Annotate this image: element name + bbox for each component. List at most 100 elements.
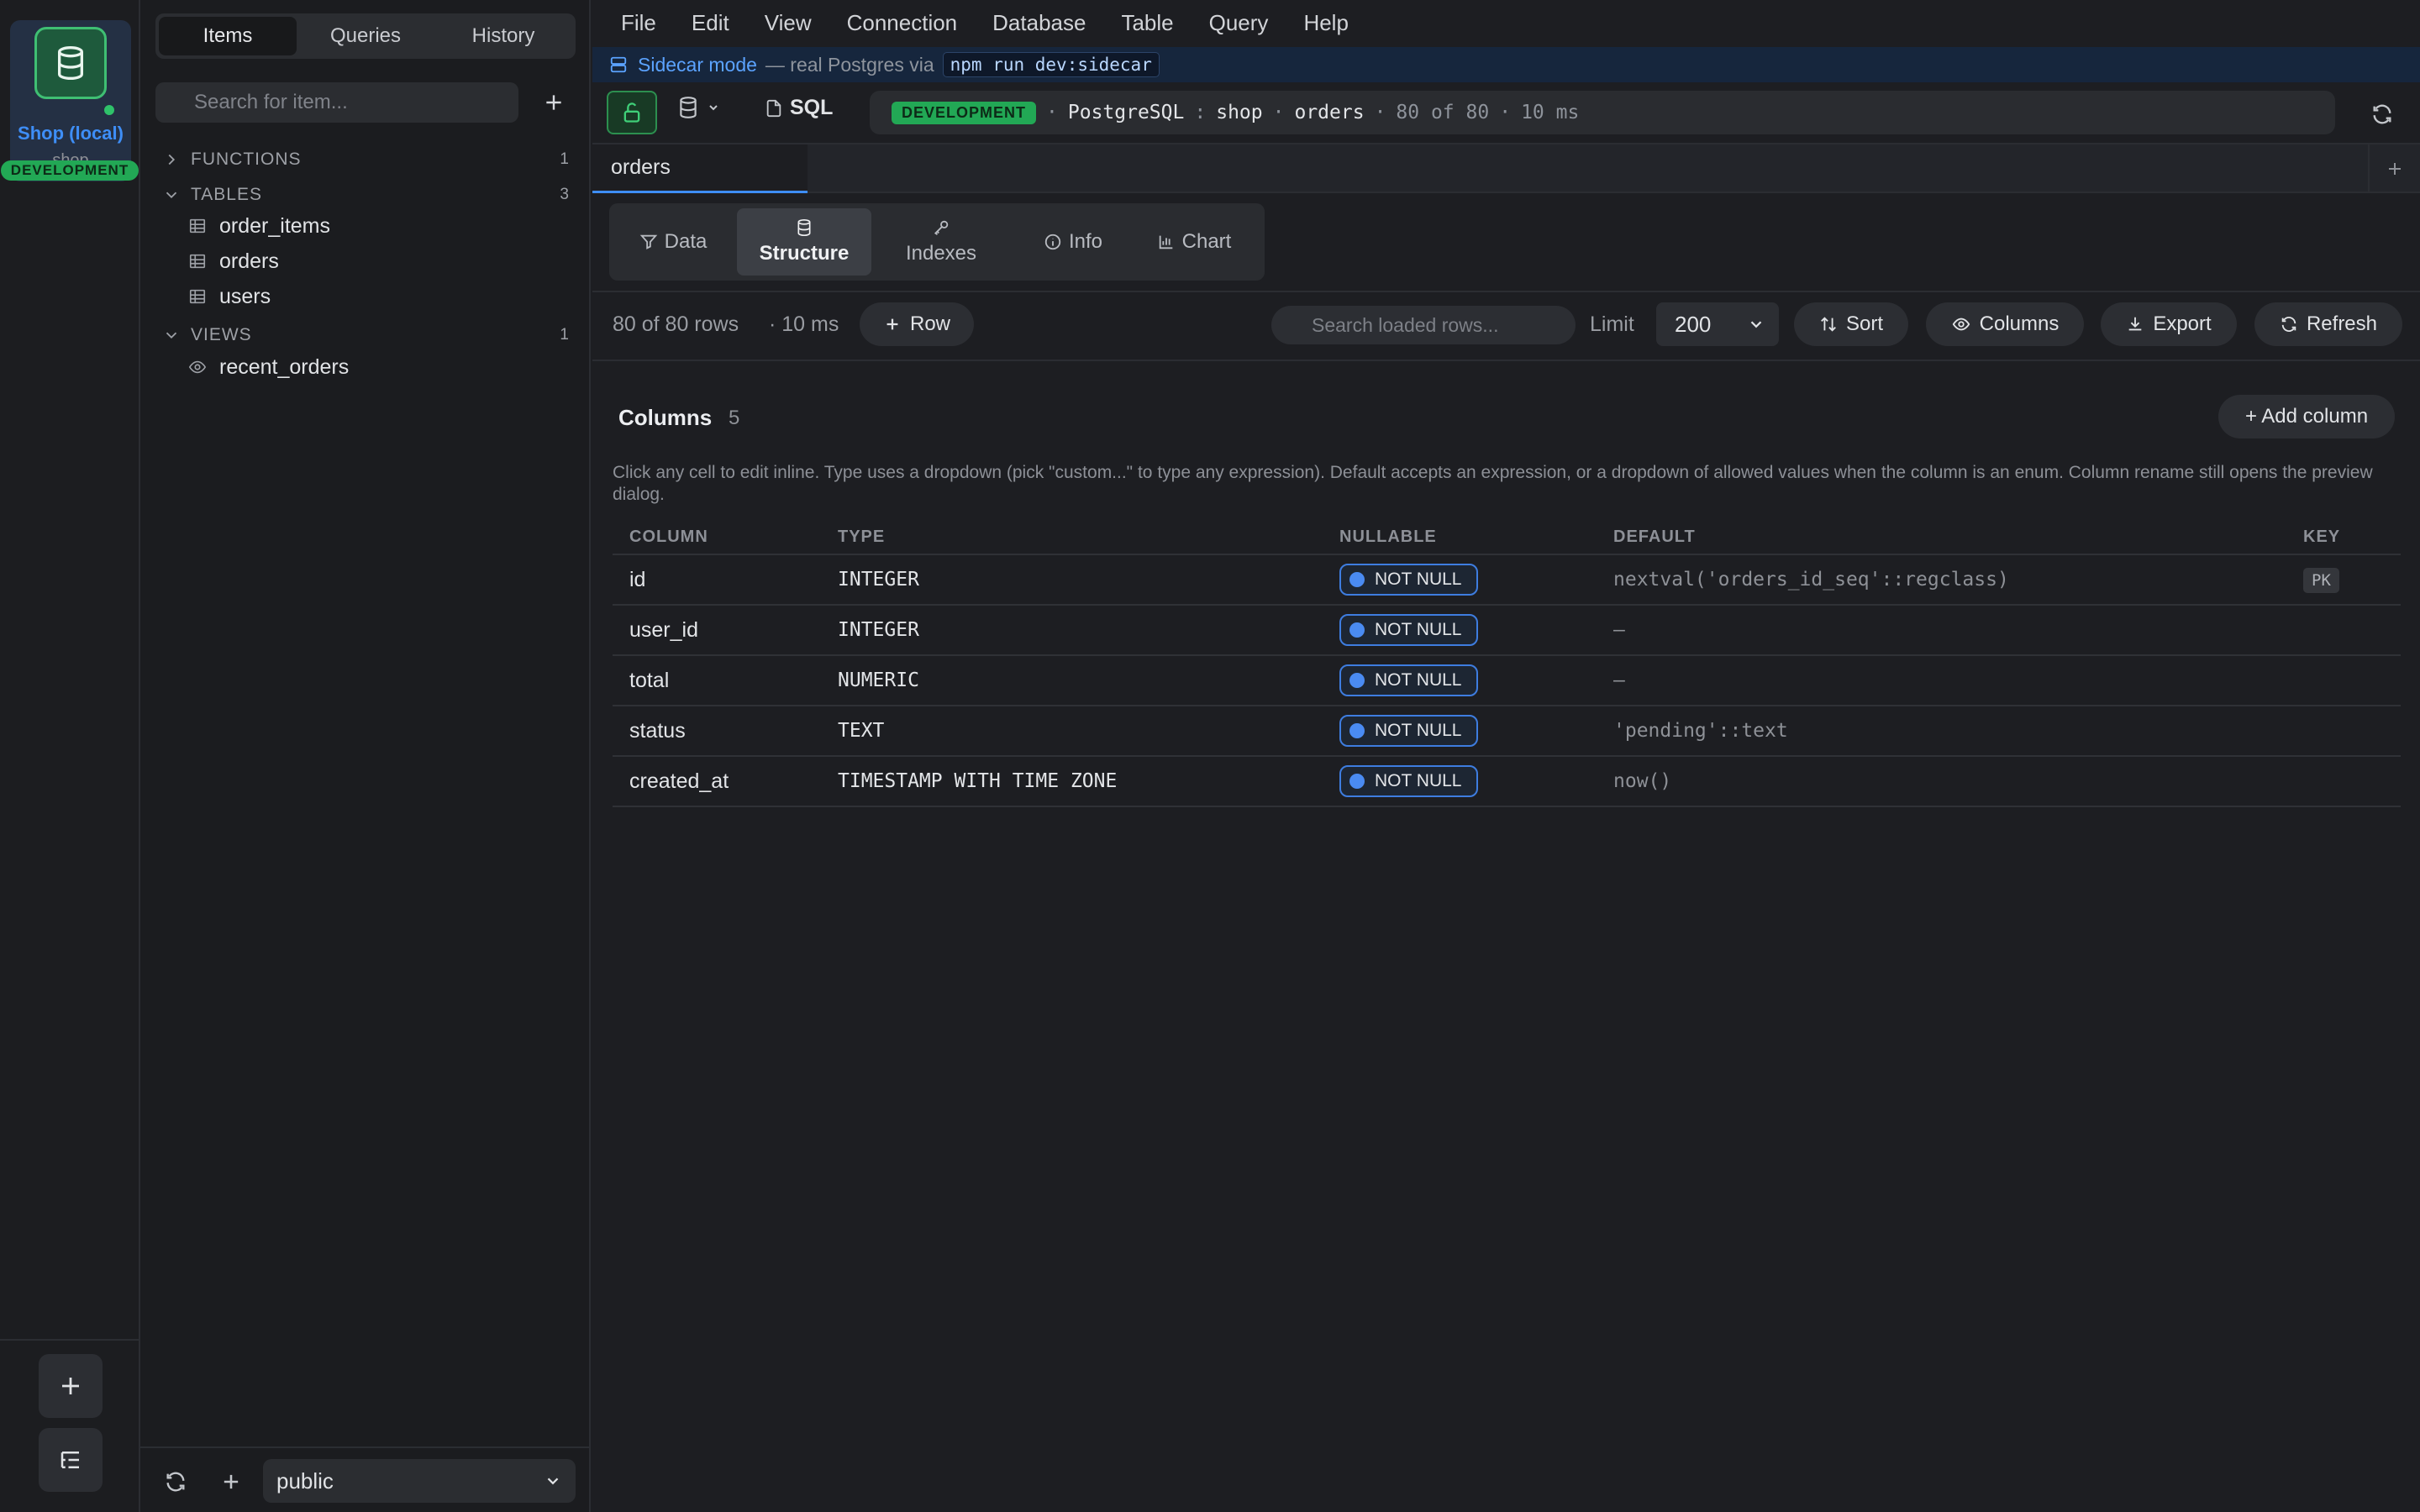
default-cell[interactable]: — [1597,655,2286,706]
database-dropdown[interactable] [676,96,720,119]
nullable-cell[interactable]: NOT NULL [1323,554,1597,606]
add-column-button[interactable]: + Add column [2218,395,2395,438]
refresh-button[interactable]: Refresh [2254,302,2402,346]
schema-select[interactable]: public [263,1459,576,1503]
plus-icon[interactable] [219,1470,243,1494]
default-cell[interactable]: nextval('orders_id_seq'::regclass) [1597,554,2286,606]
safe-mode-toggle[interactable] [607,91,657,134]
eye-icon [1952,318,1970,331]
not-null-badge[interactable]: NOT NULL [1339,715,1479,747]
main-area: File Edit View Connection Database Table… [592,0,2420,1512]
default-cell[interactable]: — [1597,605,2286,656]
nullable-cell[interactable]: NOT NULL [1323,605,1597,656]
refresh-icon[interactable] [164,1470,187,1494]
header-key: KEY [2286,521,2401,555]
columns-button[interactable]: Columns [1926,302,2084,346]
type-cell[interactable]: INTEGER [821,605,1323,656]
section-tables[interactable]: TABLES 3 [162,181,574,209]
type-cell[interactable]: NUMERIC [821,655,1323,706]
menu-help[interactable]: Help [1303,10,1348,36]
sql-button[interactable]: SQL [765,96,833,120]
menu-connection[interactable]: Connection [847,10,958,36]
column-name-cell[interactable]: user_id [613,605,821,656]
download-icon [2128,317,2142,331]
sidebar-item-order-items[interactable]: order_items [187,210,574,242]
sidebar-item-orders[interactable]: orders [187,245,574,277]
new-tab-button[interactable] [2368,144,2420,193]
row-summary: 80 of 80 [1396,102,1490,123]
menu-edit[interactable]: Edit [692,10,729,36]
menu-database[interactable]: Database [992,10,1086,36]
add-row-button[interactable]: Row [860,302,974,346]
reload-button[interactable] [2365,97,2399,131]
list-tree-icon [60,1452,79,1468]
tab-queries[interactable]: Queries [297,17,434,55]
nullable-cell[interactable]: NOT NULL [1323,655,1597,706]
tab-indexes[interactable]: Indexes [878,208,1004,276]
header-column: COLUMN [613,521,821,555]
tab-info[interactable]: Info [1019,208,1127,276]
key-icon [934,220,949,235]
add-connection-button[interactable] [39,1354,103,1418]
view-tabs: Data Structure Indexes Info Chart [609,203,1265,281]
primary-key-badge: PK [2303,567,2339,593]
search-rows-input[interactable] [1271,306,1576,344]
menu-table[interactable]: Table [1121,10,1173,36]
not-null-badge[interactable]: NOT NULL [1339,765,1479,797]
chevron-down-icon [166,332,177,339]
sort-button[interactable]: Sort [1794,302,1908,346]
tab-chart[interactable]: Chart [1135,208,1253,276]
file-code-icon [766,99,781,117]
query-time: 10 ms [1521,102,1580,123]
table-icon [189,254,206,269]
not-null-badge[interactable]: NOT NULL [1339,614,1479,646]
tab-label: Chart [1181,230,1232,253]
section-functions[interactable]: FUNCTIONS 1 [162,145,574,174]
menu-file[interactable]: File [621,10,656,36]
divider [592,291,2420,292]
connection-card[interactable]: Shop (local) shop [10,20,131,181]
column-name-cell[interactable]: id [613,554,821,606]
sidebar-search-input[interactable] [155,82,518,123]
type-cell[interactable]: TEXT [821,706,1323,757]
default-cell[interactable]: now() [1597,756,2286,807]
sql-label: SQL [790,96,834,119]
menu-query[interactable]: Query [1209,10,1269,36]
plus-icon [62,1378,79,1394]
tab-structure[interactable]: Structure [737,208,871,276]
nullable-cell[interactable]: NOT NULL [1323,706,1597,757]
bar-chart-icon [1159,235,1172,249]
columns-title: Columns [618,405,713,430]
tab-history[interactable]: History [434,17,572,55]
sidebar-item-recent-orders[interactable]: recent_orders [187,351,574,383]
tab-data[interactable]: Data [619,208,727,276]
sidebar-item-users[interactable]: users [187,281,574,312]
separator: · [1046,102,1058,123]
default-cell[interactable]: 'pending'::text [1597,706,2286,757]
unlock-icon [623,102,640,123]
section-label: TABLES [191,185,262,204]
section-views[interactable]: VIEWS 1 [162,321,574,349]
type-cell[interactable]: TIMESTAMP WITH TIME ZONE [821,756,1323,807]
doc-tab-orders[interactable]: orders [592,144,808,193]
column-name-cell[interactable]: status [613,706,821,757]
not-null-badge[interactable]: NOT NULL [1339,664,1479,696]
column-name-cell[interactable]: total [613,655,821,706]
badge-dot [1349,572,1365,587]
not-null-badge[interactable]: NOT NULL [1339,564,1479,596]
column-name-cell[interactable]: created_at [613,756,821,807]
menu-view[interactable]: View [765,10,812,36]
limit-select[interactable]: 200 [1656,302,1779,346]
chevron-right-icon [168,154,176,165]
tab-items[interactable]: Items [159,17,297,55]
info-icon [1044,234,1061,250]
add-item-button[interactable] [535,84,572,121]
table-name: users [219,284,271,308]
type-cell[interactable]: INTEGER [821,554,1323,606]
badge-dot [1349,673,1365,688]
banner-title: Sidecar mode [638,53,757,76]
export-button[interactable]: Export [2101,302,2237,346]
outline-button[interactable] [39,1428,103,1492]
nullable-cell[interactable]: NOT NULL [1323,756,1597,807]
section-label: FUNCTIONS [191,150,302,169]
